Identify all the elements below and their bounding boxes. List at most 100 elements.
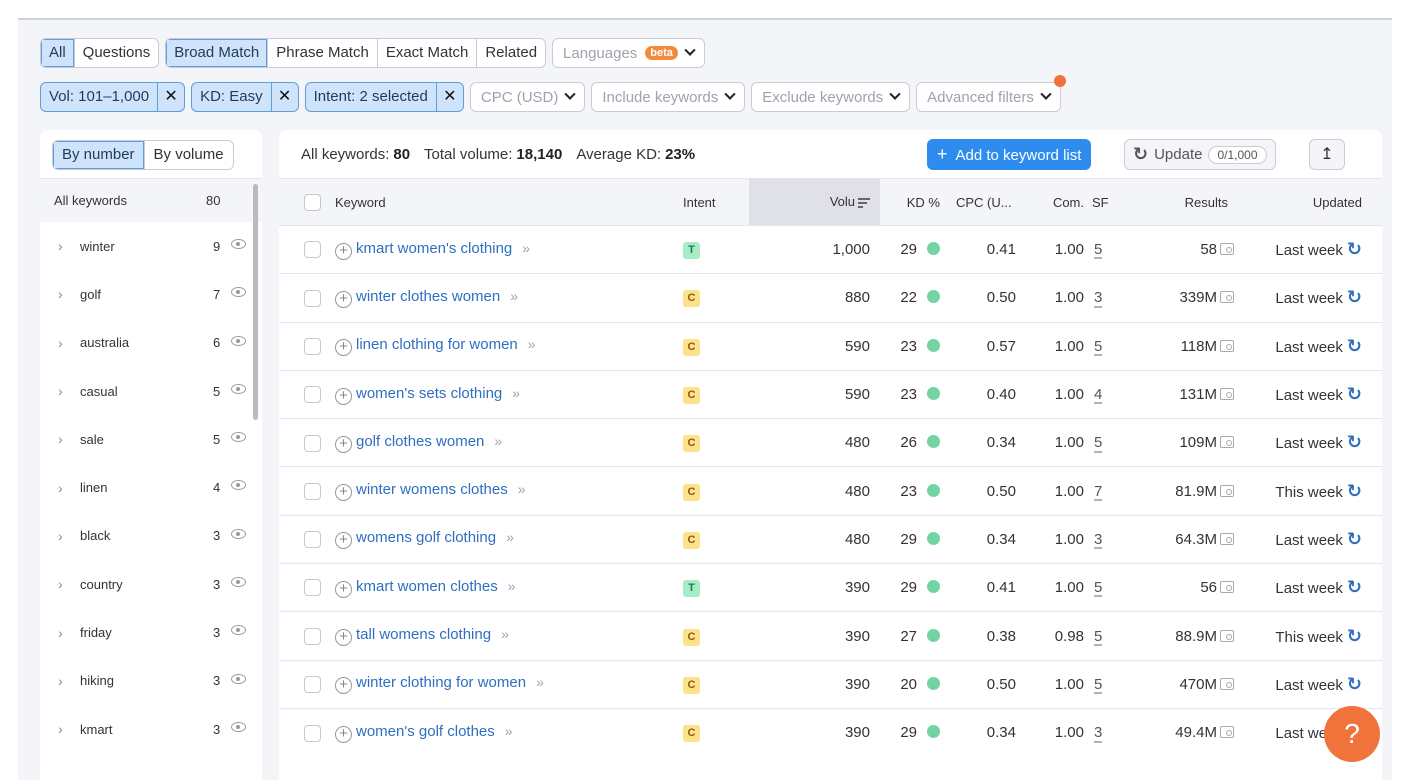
serp-features-link[interactable]: 5 [1094, 434, 1102, 451]
column-serp-features[interactable]: SF [1090, 179, 1128, 226]
keyword-group-item[interactable]: › linen 4 [40, 463, 262, 511]
tab-broad-match[interactable]: Broad Match [166, 39, 269, 67]
eye-icon[interactable] [231, 383, 246, 394]
close-icon[interactable]: ✕ [437, 83, 463, 111]
eye-icon[interactable] [231, 577, 246, 588]
column-competition[interactable]: Com. [1024, 179, 1090, 226]
advanced-filters-dropdown[interactable]: Advanced filters [916, 75, 1066, 112]
serp-view-icon[interactable] [1220, 484, 1234, 497]
keyword-link[interactable]: winter clothes women [356, 288, 500, 305]
add-keyword-icon[interactable]: + [335, 290, 352, 308]
eye-icon[interactable] [231, 721, 246, 732]
row-checkbox[interactable] [304, 289, 321, 307]
keyword-link[interactable]: tall womens clothing [356, 626, 491, 643]
by-volume-button[interactable]: By volume [145, 141, 233, 169]
keyword-link[interactable]: kmart women's clothing [356, 240, 512, 257]
column-updated[interactable]: Updated [1248, 179, 1382, 226]
keyword-details-icon[interactable]: » [522, 240, 530, 256]
serp-features-link[interactable]: 4 [1094, 386, 1102, 403]
refresh-icon[interactable]: ↻ [1347, 674, 1362, 694]
add-keyword-icon[interactable]: + [335, 725, 352, 743]
cpc-dropdown[interactable]: CPC (USD) [469, 82, 586, 112]
chevron-right-icon[interactable]: › [58, 238, 63, 254]
add-keyword-icon[interactable]: + [335, 629, 352, 647]
keyword-link[interactable]: linen clothing for women [356, 336, 518, 353]
keyword-group-item[interactable]: › country 3 [40, 560, 262, 608]
add-keyword-icon[interactable]: + [335, 339, 352, 357]
row-checkbox[interactable] [304, 434, 321, 452]
exclude-keywords-dropdown[interactable]: Exclude keywords [751, 82, 911, 112]
filter-chip-label[interactable]: Intent: 2 selected [306, 83, 437, 111]
keyword-details-icon[interactable]: » [518, 481, 526, 497]
tab-questions[interactable]: Questions [75, 39, 159, 67]
filter-chip-label[interactable]: KD: Easy [192, 83, 272, 111]
keyword-details-icon[interactable]: » [512, 385, 520, 401]
add-keyword-icon[interactable]: + [335, 580, 352, 598]
keyword-details-icon[interactable]: » [528, 336, 536, 352]
keyword-link[interactable]: kmart women clothes [356, 578, 498, 595]
close-icon[interactable]: ✕ [272, 83, 298, 111]
row-checkbox[interactable] [304, 241, 321, 259]
refresh-icon[interactable]: ↻ [1347, 626, 1362, 646]
keyword-group-item[interactable]: › golf 7 [40, 270, 262, 318]
serp-features-link[interactable]: 5 [1094, 241, 1102, 258]
keyword-group-item[interactable]: › casual 5 [40, 367, 262, 415]
keyword-details-icon[interactable]: » [506, 529, 514, 545]
refresh-icon[interactable]: ↻ [1347, 481, 1362, 501]
eye-icon[interactable] [231, 528, 246, 539]
row-checkbox[interactable] [304, 531, 321, 549]
serp-view-icon[interactable] [1220, 436, 1234, 449]
keyword-group-item[interactable]: › winter 9 [40, 222, 262, 270]
keyword-link[interactable]: women's sets clothing [356, 385, 502, 402]
row-checkbox[interactable] [304, 338, 321, 355]
column-keyword[interactable]: Keyword [329, 179, 679, 226]
chevron-right-icon[interactable]: › [58, 528, 63, 544]
keyword-group-item[interactable]: › kmart 3 [40, 705, 262, 753]
serp-view-icon[interactable] [1220, 677, 1234, 690]
chevron-right-icon[interactable]: › [58, 576, 63, 592]
add-keyword-icon[interactable]: + [335, 532, 352, 550]
serp-view-icon[interactable] [1220, 532, 1234, 545]
select-all-checkbox[interactable] [304, 193, 321, 211]
include-keywords-dropdown[interactable]: Include keywords [591, 82, 746, 112]
close-icon[interactable]: ✕ [158, 83, 184, 111]
scrollbar[interactable] [253, 184, 258, 420]
refresh-icon[interactable]: ↻ [1347, 577, 1362, 597]
serp-view-icon[interactable] [1220, 243, 1234, 256]
keyword-details-icon[interactable]: » [501, 626, 509, 642]
filter-chip-intent[interactable]: Intent: 2 selected ✕ [304, 82, 464, 112]
keyword-link[interactable]: winter womens clothes [356, 481, 508, 498]
keyword-link[interactable]: golf clothes women [356, 433, 484, 450]
chevron-right-icon[interactable]: › [58, 335, 63, 351]
tab-related[interactable]: Related [477, 39, 545, 67]
help-button[interactable]: ? [1324, 706, 1380, 762]
keyword-link[interactable]: womens golf clothing [356, 529, 496, 546]
by-number-button[interactable]: By number [53, 141, 145, 169]
column-cpc[interactable]: CPC (U... [950, 179, 1024, 226]
filter-chip-volume[interactable]: Vol: 101–1,000 ✕ [40, 82, 186, 112]
eye-icon[interactable] [231, 625, 246, 636]
add-keyword-icon[interactable]: + [335, 484, 352, 502]
row-checkbox[interactable] [304, 579, 321, 597]
keyword-group-item[interactable]: › australia 6 [40, 319, 262, 367]
row-checkbox[interactable] [304, 676, 321, 694]
add-keyword-icon[interactable]: + [335, 242, 352, 260]
chevron-right-icon[interactable]: › [58, 673, 63, 689]
refresh-icon[interactable]: ↻ [1347, 239, 1362, 259]
serp-features-link[interactable]: 3 [1094, 531, 1102, 548]
serp-features-link[interactable]: 5 [1094, 338, 1102, 355]
filter-chip-label[interactable]: Vol: 101–1,000 [41, 83, 159, 111]
update-button[interactable]: ↻ Update 0/1,000 [1124, 139, 1276, 170]
keyword-group-item[interactable]: › friday 3 [40, 608, 262, 656]
serp-features-link[interactable]: 3 [1094, 289, 1102, 306]
keyword-link[interactable]: women's golf clothes [356, 723, 495, 740]
refresh-icon[interactable]: ↻ [1347, 336, 1362, 356]
eye-icon[interactable] [231, 480, 246, 491]
add-keyword-icon[interactable]: + [335, 435, 352, 453]
column-intent[interactable]: Intent [679, 179, 749, 226]
tab-phrase-match[interactable]: Phrase Match [268, 39, 378, 67]
chevron-right-icon[interactable]: › [58, 721, 63, 737]
chevron-right-icon[interactable]: › [58, 480, 63, 496]
eye-icon[interactable] [231, 673, 246, 684]
serp-features-link[interactable]: 5 [1094, 628, 1102, 645]
